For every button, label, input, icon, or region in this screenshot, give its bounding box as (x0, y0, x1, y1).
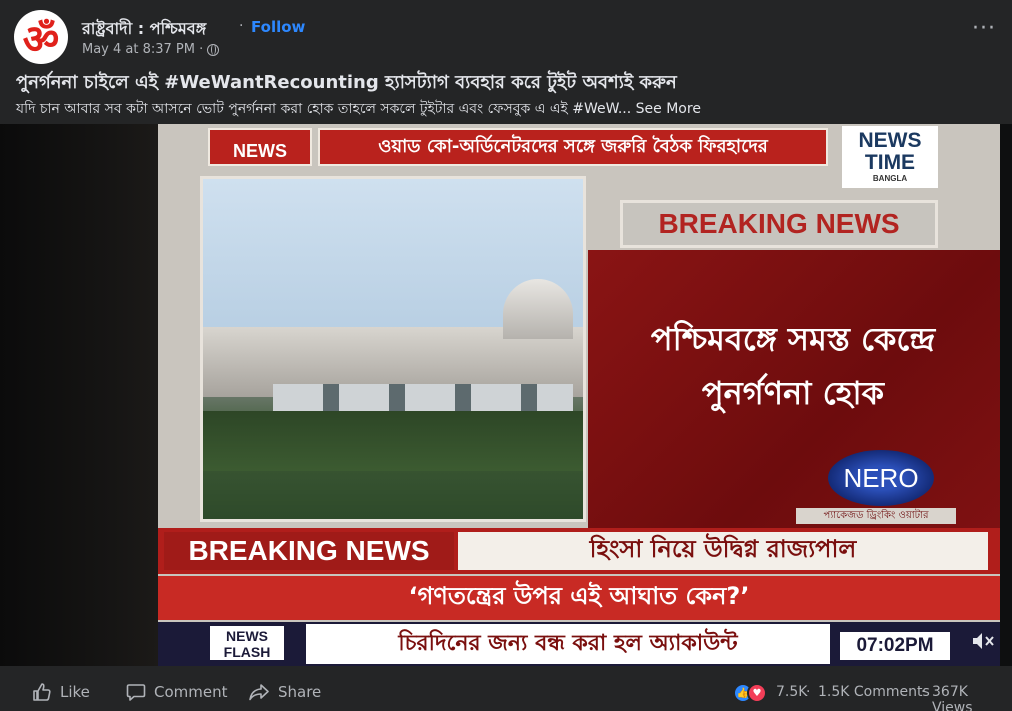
tv-news-photo (200, 176, 586, 522)
flash-line-2: FLASH (223, 644, 271, 660)
page-avatar[interactable]: ॐ (14, 10, 68, 64)
thumbs-up-icon (33, 683, 51, 701)
stat-separator-2: · (921, 684, 926, 700)
comment-label: Comment (154, 683, 228, 701)
tv-top-logo: NEWS (208, 128, 312, 166)
channel-line-2: TIME (864, 151, 916, 174)
speaker-muted-icon[interactable] (970, 630, 996, 652)
nero-watermark: NERO (828, 450, 934, 506)
tv-breaking-headline: হিংসা নিয়ে উদ্বিগ্ন রাজ্যপাল (458, 532, 988, 570)
views-count: 367K Views (932, 684, 973, 711)
like-button[interactable]: Like (32, 682, 90, 702)
channel-line-3: BANGLA (872, 174, 908, 183)
breaking-word: BREAKING (658, 208, 808, 239)
stat-separator-1: · (806, 684, 811, 700)
follow-button[interactable]: Follow (251, 18, 305, 36)
post-action-bar: Like Comment Share 👍 ♥ 7.5K · 1.5K Comme… (0, 674, 1012, 711)
comment-button[interactable]: Comment (126, 682, 228, 702)
tv-panel-headline: পশ্চিমবঙ্গে সমস্ত কেন্দ্রে পুনর্গণনা হোক (650, 320, 936, 412)
tv-breaking-label: BREAKING NEWS (164, 532, 454, 570)
post-text-body: যদি চান আবার সব কটা আসনে ভোট পুনর্গননা ক… (16, 101, 632, 117)
flash-line-1: NEWS (226, 628, 268, 644)
speech-bubble-icon (126, 684, 146, 701)
channel-line-1: NEWS (858, 129, 922, 152)
share-label: Share (278, 683, 322, 701)
video-dark-edge (0, 124, 160, 666)
post-timestamp[interactable]: May 4 at 8:37 PM · (82, 42, 203, 57)
more-options-icon[interactable]: ··· (972, 16, 996, 41)
tv-ad-caption: প্যাকেজড ড্রিংকিং ওয়াটার (796, 508, 956, 524)
photo-cars (273, 384, 573, 412)
tv-top-headline: ওয়াড কো-অর্ডিনেটরদের সঙ্গে জরুরি বৈঠক ফ… (318, 128, 828, 166)
news-word: NEWS (815, 208, 900, 239)
post-header: ॐ রাষ্ট্রবাদী : পশ্চিমবঙ্গ · Follow May … (0, 0, 1012, 66)
tv-ticker: চিরদিনের জন্য বন্ধ করা হল অ্যাকাউন্ট (306, 624, 830, 664)
reaction-icons[interactable]: 👍 ♥ (733, 683, 767, 703)
share-button[interactable]: Share (248, 682, 321, 702)
photo-hedge (203, 411, 583, 471)
tv-screen: NEWS ওয়াড কো-অর্ডিনেটরদের সঙ্গে জরুরি ব… (158, 124, 1000, 666)
follow-separator: · (239, 18, 244, 34)
post-title: পুনর্গননা চাইলে এই #WeWantRecounting হ্য… (16, 72, 677, 93)
like-label: Like (60, 683, 90, 701)
post-text: যদি চান আবার সব কটা আসনে ভোট পুনর্গননা ক… (16, 97, 701, 121)
tv-news-flash-logo: NEWS FLASH (208, 624, 286, 662)
tv-channel-logo: NEWS TIME BANGLA (842, 126, 938, 188)
photo-dome (503, 279, 573, 339)
tv-quote-bar: ‘গণতন্ত্রের উপর এই আঘাত কেন?’ (158, 576, 1000, 620)
video-player[interactable]: NEWS ওয়াড কো-অর্ডিনেটরদের সঙ্গে জরুরি ব… (0, 124, 1012, 666)
tv-breaking-banner: BREAKING NEWS (620, 200, 938, 248)
share-arrow-icon (249, 684, 269, 701)
tv-red-panel: পশ্চিমবঙ্গে সমস্ত কেন্দ্রে পুনর্গণনা হোক… (588, 250, 1000, 528)
page-name-link[interactable]: রাষ্ট্রবাদী : পশ্চিমবঙ্গ (82, 16, 206, 43)
post-meta: May 4 at 8:37 PM · (82, 42, 220, 57)
tv-clock: 07:02PM (838, 630, 952, 662)
globe-icon (207, 43, 220, 56)
see-more-link[interactable]: See More (636, 101, 701, 117)
reactions-count[interactable]: 7.5K (776, 684, 807, 700)
comments-count[interactable]: 1.5K Comments (818, 684, 930, 700)
love-reaction-icon: ♥ (747, 683, 767, 703)
